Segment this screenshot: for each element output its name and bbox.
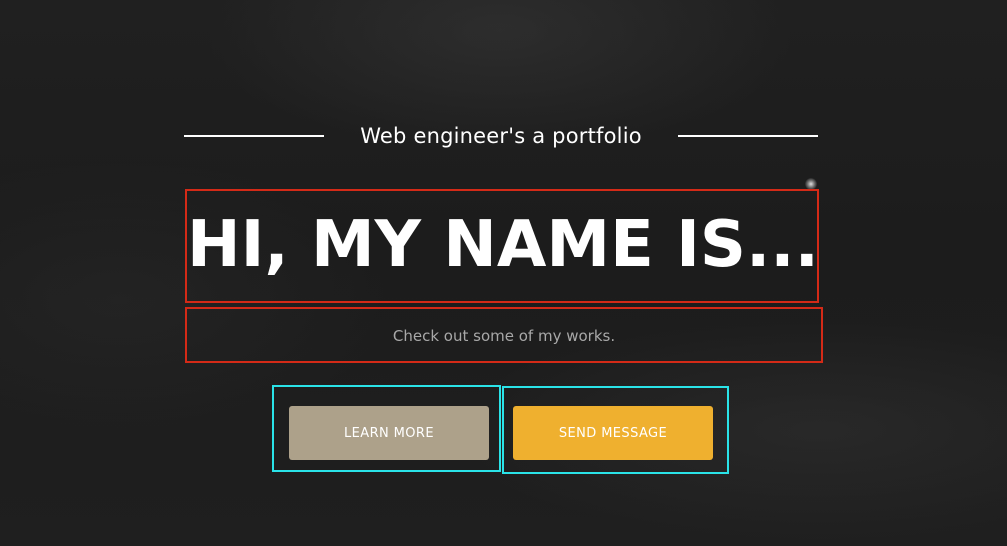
headline-highlight-box: HI, MY NAME IS...	[185, 189, 819, 303]
send-message-button[interactable]: SEND MESSAGE	[513, 406, 713, 460]
tagline-highlight-box: Check out some of my works.	[185, 307, 823, 363]
divider-line-left	[184, 135, 324, 137]
hero-headline: HI, MY NAME IS...	[187, 208, 819, 282]
hero-tagline: Check out some of my works.	[392, 327, 616, 345]
subtitle-row: Web engineer's a portfolio	[184, 118, 818, 154]
hero-subtitle: Web engineer's a portfolio	[360, 124, 642, 148]
divider-line-right	[678, 135, 818, 137]
learn-more-button[interactable]: LEARN MORE	[289, 406, 489, 460]
